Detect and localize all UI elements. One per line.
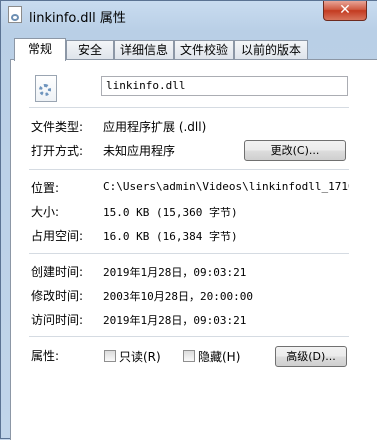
- properties-window: linkinfo.dll 属性 ✕ 常规 安全 详细信息 文件校验 以前的版本 …: [0, 0, 377, 440]
- open-with-value: 未知应用程序: [103, 144, 176, 158]
- title-bar[interactable]: linkinfo.dll 属性 ✕: [1, 1, 377, 31]
- modified-value: 2003年10月28日，20:00:00: [103, 290, 253, 303]
- size-value: 15.0 KB (15,360 字节): [103, 206, 238, 219]
- tab-previous-versions[interactable]: 以前的版本: [234, 40, 308, 60]
- change-button[interactable]: 更改(C)...: [244, 140, 346, 161]
- open-with-label: 打开方式:: [31, 144, 84, 158]
- divider: [29, 169, 349, 170]
- hidden-label[interactable]: 隐藏(H): [198, 348, 240, 365]
- close-button[interactable]: ✕: [323, 1, 367, 21]
- file-type-value: 应用程序扩展 (.dll): [103, 120, 207, 134]
- file-type-label: 文件类型:: [31, 120, 84, 134]
- modified-label: 修改时间:: [31, 289, 84, 303]
- dll-file-icon: [8, 6, 22, 23]
- tab-security[interactable]: 安全: [66, 40, 114, 60]
- window-title: linkinfo.dll 属性: [29, 11, 126, 26]
- general-tab-panel: [10, 59, 377, 440]
- location-value: C:\Users\admin\Videos\linkinfodll_17107\…: [103, 180, 349, 193]
- hidden-checkbox[interactable]: [183, 350, 195, 362]
- size-on-disk-value: 16.0 KB (16,384 字节): [103, 230, 238, 243]
- tab-details[interactable]: 详细信息: [114, 40, 174, 60]
- divider: [29, 336, 349, 337]
- accessed-label: 访问时间:: [31, 313, 84, 327]
- size-on-disk-label: 占用空间:: [31, 229, 84, 243]
- size-label: 大小:: [31, 205, 60, 219]
- tab-general[interactable]: 常规: [14, 38, 66, 61]
- accessed-value: 2019年1月28日，09:03:21: [103, 314, 247, 327]
- created-label: 创建时间:: [31, 265, 84, 279]
- readonly-label[interactable]: 只读(R): [119, 348, 161, 365]
- created-value: 2019年1月28日，09:03:21: [103, 266, 247, 279]
- advanced-button[interactable]: 高级(D)...: [275, 346, 347, 367]
- tab-file-checksum[interactable]: 文件校验: [174, 40, 234, 60]
- dll-file-icon: [35, 75, 57, 102]
- divider: [29, 107, 349, 108]
- tab-strip: 常规 安全 详细信息 文件校验 以前的版本: [14, 38, 374, 61]
- location-label: 位置:: [31, 181, 60, 195]
- filename-field[interactable]: linkinfo.dll: [101, 76, 348, 96]
- attributes-label: 属性:: [31, 349, 60, 363]
- readonly-checkbox[interactable]: [104, 350, 116, 362]
- divider: [29, 253, 349, 254]
